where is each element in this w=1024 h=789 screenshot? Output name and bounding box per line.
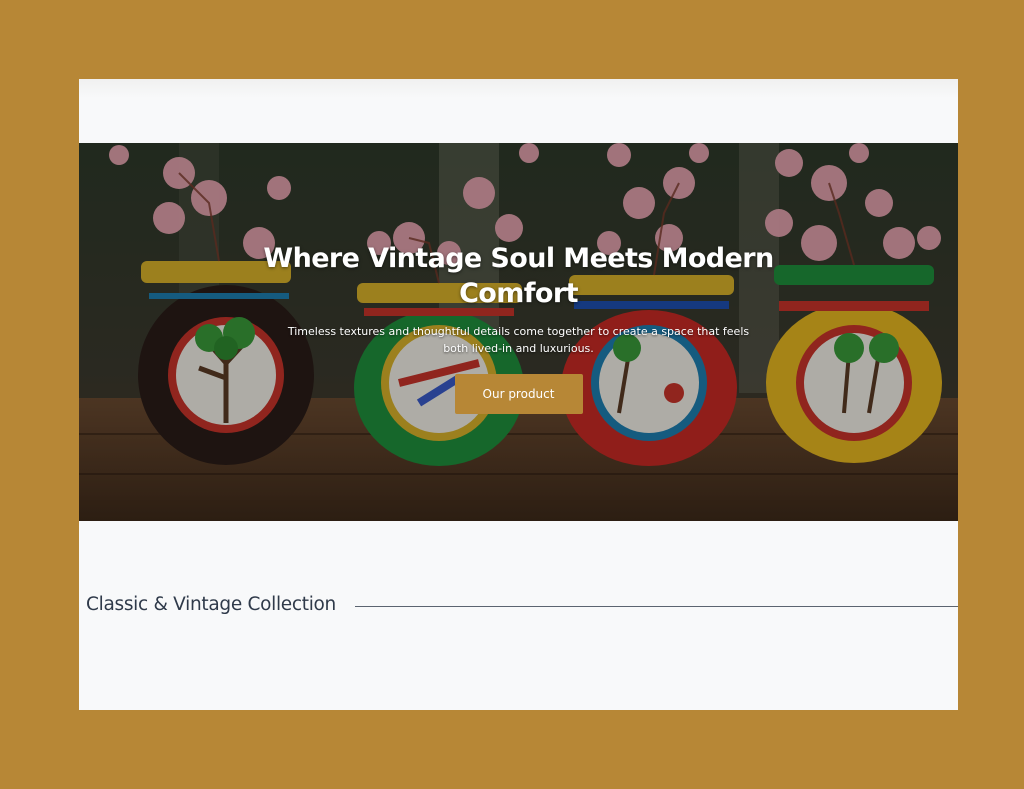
our-product-button[interactable]: Our product [454,374,583,414]
collection-header: Classic & Vintage Collection [86,594,958,620]
hero-content: Where Vintage Soul Meets Modern Comfort … [79,241,958,414]
hero-banner: Where Vintage Soul Meets Modern Comfort … [79,143,958,521]
section-divider [355,606,958,607]
top-bar [79,79,958,143]
hero-title: Where Vintage Soul Meets Modern Comfort [263,243,774,309]
hero-subtitle: Timeless textures and thoughtful details… [287,325,750,355]
collection-title: Classic & Vintage Collection [86,594,336,615]
page-frame: Where Vintage Soul Meets Modern Comfort … [79,79,958,710]
